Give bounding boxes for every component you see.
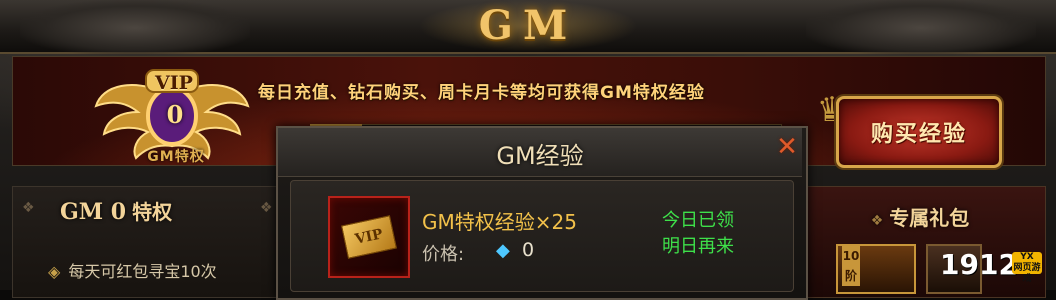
privilege-item-text: 每天可红包寻宝10次	[68, 262, 217, 281]
price-label: 价格:	[422, 244, 465, 265]
privilege-title-suffix: 特权	[132, 200, 173, 224]
vip-subtitle: GM特权	[147, 149, 205, 165]
watermark-badge-bottom: 网页游戏	[1013, 263, 1041, 284]
buy-exp-button[interactable]: 购买经验	[836, 96, 1002, 168]
privilege-title: GM 0 特权	[60, 196, 260, 225]
close-icon[interactable]: ✕	[774, 134, 800, 160]
ornament-right-icon: ❖	[260, 200, 273, 216]
exclusive-gift-title-text: 专属礼包	[889, 206, 970, 230]
watermark-badge-top: YX	[1020, 252, 1034, 262]
claim-status: 今日已领 明日再来	[662, 208, 752, 260]
ornament-icon: ❖	[870, 213, 884, 229]
vip-card-icon: VIP	[328, 196, 410, 278]
exclusive-gift-title: ❖ 专属礼包	[842, 202, 992, 231]
ornament-left-icon: ❖	[22, 200, 35, 216]
reward-name: GM特权经验×25	[422, 210, 577, 234]
watermark-badge: YX 网页游戏	[1012, 252, 1042, 284]
vip-label: VIP	[155, 72, 193, 94]
list-item: ◈ 每天可红包寻宝10次	[48, 258, 217, 282]
vip-card-text: VIP	[341, 215, 397, 259]
diamond-icon: ◆	[496, 240, 510, 261]
claim-status-line1: 今日已领	[662, 210, 734, 231]
price-value: 0	[522, 239, 535, 261]
privilege-title-level: GM 0	[60, 199, 127, 225]
claim-status-line2: 明日再来	[662, 236, 734, 257]
vip-level: 0	[166, 100, 184, 129]
watermark-number: 1912	[940, 248, 1018, 281]
banner-info-text: 每日充值、钻石购买、周卡月卡等均可获得GM特权经验	[258, 83, 705, 103]
buy-exp-button-label: 购买经验	[870, 122, 967, 147]
gift-tier-tag: 10阶	[842, 246, 860, 286]
modal-title: GM经验	[496, 142, 584, 170]
page-title: GM	[478, 2, 578, 49]
bullet-diamond-icon: ◈	[48, 262, 61, 281]
